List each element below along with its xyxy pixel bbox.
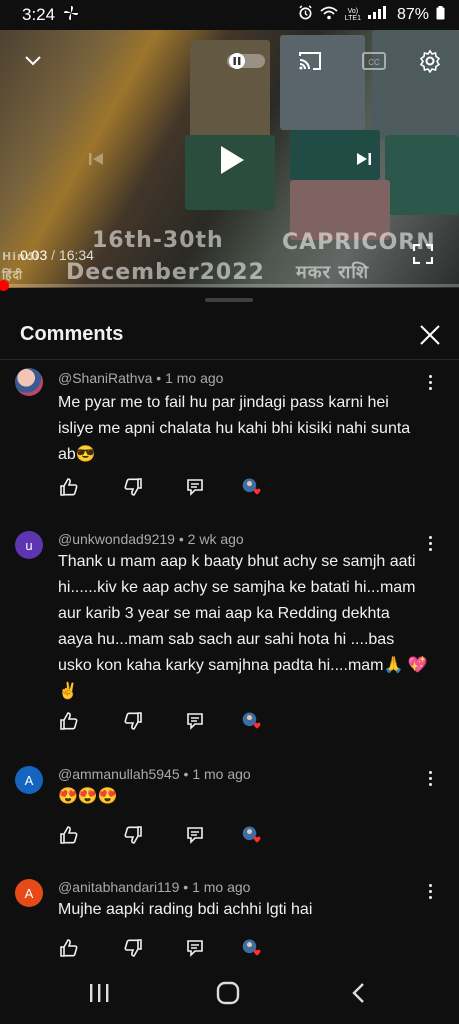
comment-text: Mujhe aapki rading bdi achhi lgti hai [58,901,313,918]
play-icon[interactable] [212,140,252,180]
chevron-down-icon[interactable] [20,50,46,72]
comment-actions [58,937,288,961]
comment-actions [58,824,288,848]
comment-text: Thank u mam aap k baaty bhut achy se sam… [58,553,428,700]
comments-title: Comments [20,323,124,345]
comment-author[interactable]: @unkwondad9219 [58,531,175,547]
comment-item: A @ammanullah5945 • 1 mo ago 😍😍😍 [0,760,459,860]
comment-actions [58,710,288,734]
status-time: 3:24 [22,5,56,24]
video-scrubber-handle[interactable] [0,280,9,291]
video-player[interactable]: 16th-30th December2022 CAPRICORN मकर राश… [0,30,459,288]
comment-author[interactable]: @ammanullah5945 [58,766,180,782]
creator-heart-icon[interactable] [241,824,263,846]
video-overlay-sign-line2: मकर राशि [296,262,370,283]
cast-icon[interactable] [297,48,323,74]
comment-age: 2 wk ago [187,531,244,547]
recents-icon[interactable] [86,980,112,1006]
fullscreen-icon[interactable] [410,241,436,267]
wifi-icon [320,6,338,25]
dislike-icon[interactable] [122,937,144,959]
drag-handle[interactable] [205,298,253,302]
comments-header: Comments [0,310,459,360]
home-icon[interactable] [215,980,241,1006]
dislike-icon[interactable] [122,476,144,498]
comment-item: A @anitabhandari119 • 1 mo ago Mujhe aap… [0,873,459,963]
signal-icon [367,6,390,24]
avatar[interactable] [15,368,43,396]
comment-author[interactable]: @ShaniRathva [58,370,152,386]
comment-age: 1 mo ago [165,370,224,386]
back-icon[interactable] [345,980,371,1006]
comment-actions [58,476,288,500]
like-icon[interactable] [58,710,80,732]
dislike-icon[interactable] [122,710,144,732]
comment-item: u @unkwondad9219 • 2 wk ago Thank u mam … [0,525,459,745]
more-options-icon[interactable] [422,881,438,901]
battery-icon [436,5,445,25]
video-overlay-date-line2: December2022 [66,260,265,285]
alarm-icon [298,5,313,25]
reply-icon[interactable] [184,937,206,959]
comment-meta: @ammanullah5945 • 1 mo ago [58,766,251,782]
comment-item: @ShaniRathva • 1 mo ago Me pyar me to fa… [0,362,459,512]
like-icon[interactable] [58,476,80,498]
captions-icon[interactable]: CC [361,48,387,74]
more-options-icon[interactable] [422,533,438,553]
video-duration: 16:34 [58,247,94,263]
comment-author[interactable]: @anitabhandari119 [58,879,179,895]
avatar[interactable]: A [15,879,43,907]
avatar[interactable]: u [15,531,43,559]
next-icon[interactable] [352,147,376,171]
pinwheel-icon [63,5,79,26]
comment-age: 1 mo ago [192,879,251,895]
creator-heart-icon[interactable] [241,937,263,959]
like-icon[interactable] [58,824,80,846]
reply-icon[interactable] [184,476,206,498]
comment-meta: @unkwondad9219 • 2 wk ago [58,531,244,547]
svg-text:CC: CC [368,58,380,67]
video-time-display: 0:03 / 16:34 [20,247,94,263]
settings-icon[interactable] [416,47,444,75]
comment-age: 1 mo ago [192,766,251,782]
video-progress-bar[interactable] [0,280,459,291]
previous-icon[interactable] [84,147,108,171]
volte-icon: Vo) LTE1 [344,8,361,22]
video-current-time: 0:03 [20,247,48,263]
reply-icon[interactable] [184,710,206,732]
more-options-icon[interactable] [422,372,438,392]
creator-heart-icon[interactable] [241,710,263,732]
comment-meta: @anitabhandari119 • 1 mo ago [58,879,251,895]
comment-text: Me pyar me to fail hu par jindagi pass k… [58,394,411,463]
video-overlay-date-line1: 16th-30th [92,228,224,253]
reply-icon[interactable] [184,824,206,846]
close-icon[interactable] [417,322,443,348]
comment-meta: @ShaniRathva • 1 mo ago [58,370,224,386]
avatar[interactable]: A [15,766,43,794]
system-nav-bar [0,960,459,1024]
status-bar: 3:24 Vo) LTE1 87% [0,0,459,30]
battery-percent: 87% [396,6,429,23]
video-time-separator: / [47,247,59,263]
comment-text: 😍😍😍 [58,788,118,805]
more-options-icon[interactable] [422,768,438,788]
dislike-icon[interactable] [122,824,144,846]
pause-toggle-icon[interactable] [226,50,268,72]
creator-heart-icon[interactable] [241,476,263,498]
like-icon[interactable] [58,937,80,959]
